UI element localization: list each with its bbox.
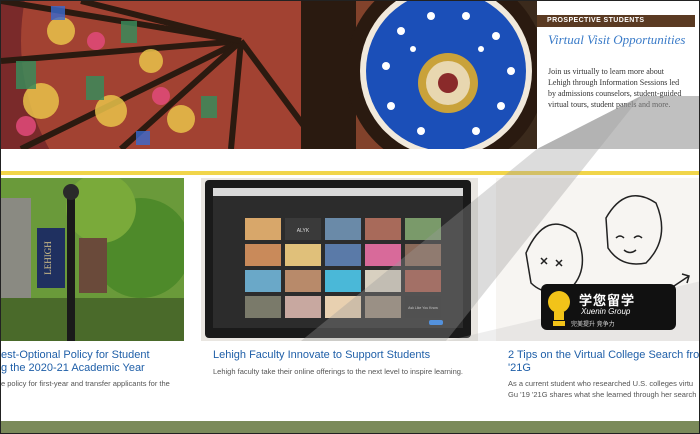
card1-title-line2[interactable]: g the 2020-21 Academic Year [1, 362, 191, 374]
card1-title-line1[interactable]: est-Optional Policy for Student [1, 349, 191, 361]
page-frame: PROSPECTIVE STUDENTS Virtual Visit Oppor… [0, 0, 700, 434]
card1-excerpt: e policy for first-year and transfer app… [1, 379, 170, 388]
watermark-tagline: 完美提升 竞争力 [571, 322, 615, 328]
card2-excerpt: Lehigh faculty take their online offerin… [213, 367, 464, 376]
card3-title-line1[interactable]: 2 Tips on the Virtual College Search fro [508, 349, 699, 361]
card3-excerpt-line2: Gu '19 '21G shares what she learned thro… [508, 390, 697, 399]
card3-excerpt-line1: As a current student who researched U.S.… [508, 379, 694, 388]
bottom-photo-strip [1, 421, 699, 433]
watermark-subtitle: Xuenin Group [581, 307, 631, 316]
card2-title[interactable]: Lehigh Faculty Innovate to Support Stude… [213, 349, 483, 361]
card3-title-line2[interactable]: '21G [508, 362, 699, 374]
